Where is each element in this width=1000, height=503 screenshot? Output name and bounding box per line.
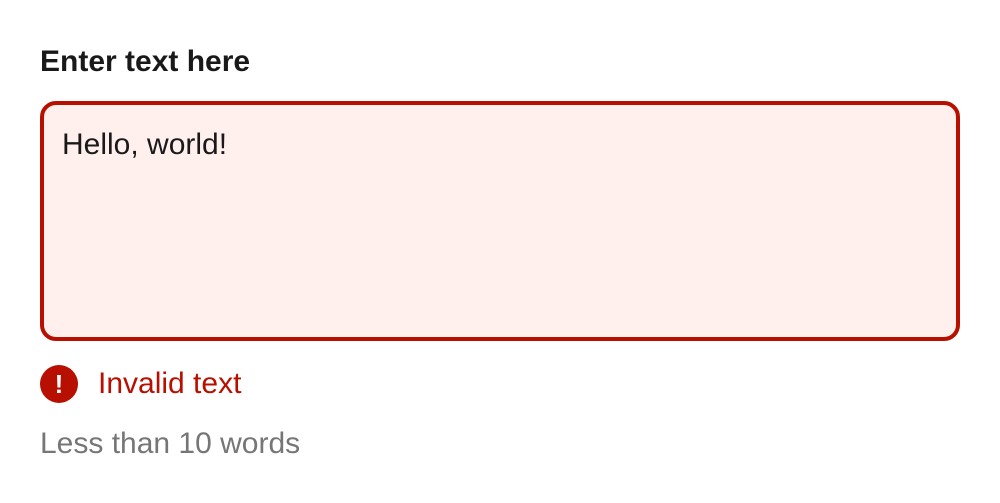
hint-text: Less than 10 words: [40, 427, 301, 460]
error-message: Invalid text: [98, 367, 242, 400]
textarea-container: [40, 101, 960, 341]
field-label: Enter text here: [40, 45, 251, 78]
error-exclamation-icon: !: [40, 365, 78, 403]
text-input[interactable]: [44, 105, 956, 337]
error-message-row: ! Invalid text: [40, 364, 960, 404]
text-field-group: Enter text here ! Invalid text Less than…: [40, 40, 960, 464]
